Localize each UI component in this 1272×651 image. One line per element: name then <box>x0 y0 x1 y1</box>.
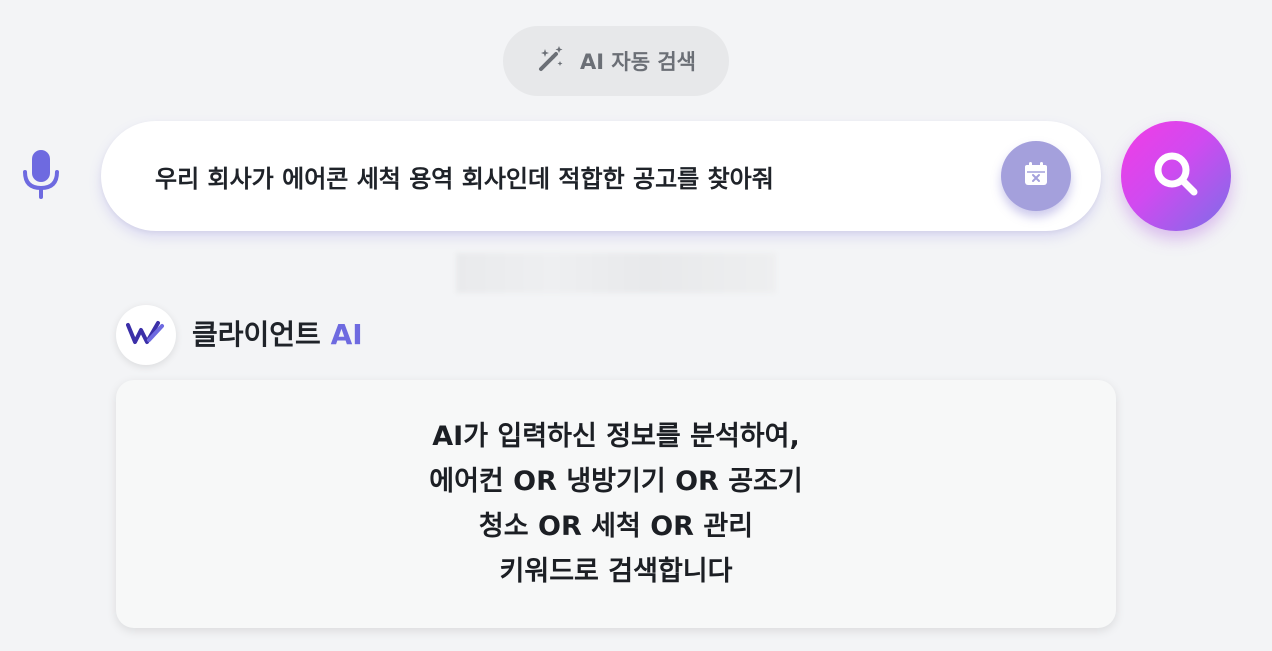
calendar-clear-icon <box>1023 161 1049 191</box>
search-input[interactable] <box>155 151 985 201</box>
search-icon <box>1151 149 1201 203</box>
search-box <box>101 121 1101 231</box>
assistant-avatar <box>116 305 176 365</box>
message-line: 에어컨 OR 냉방기기 OR 공조기 <box>429 466 803 497</box>
search-button[interactable] <box>1121 121 1231 231</box>
calendar-button[interactable] <box>1001 141 1071 211</box>
assistant-name: 클라이언트 AI <box>192 313 363 353</box>
message-line: AI가 입력하신 정보를 분석하여, <box>432 421 800 452</box>
ai-auto-search-toggle[interactable]: AI 자동 검색 <box>503 26 729 96</box>
assistant-name-accent: AI <box>330 318 363 351</box>
ai-auto-search-label: AI 자동 검색 <box>580 50 696 74</box>
microphone-icon[interactable] <box>22 150 60 200</box>
assistant-message-card: AI가 입력하신 정보를 분석하여, 에어컨 OR 냉방기기 OR 공조기 청소… <box>116 380 1116 628</box>
w-logo-icon <box>126 320 166 350</box>
magic-wand-icon <box>536 44 566 78</box>
loading-placeholder <box>456 253 776 293</box>
message-line: 청소 OR 세척 OR 관리 <box>478 511 754 542</box>
message-line: 키워드로 검색합니다 <box>499 556 733 587</box>
assistant-name-prefix: 클라이언트 <box>192 318 321 351</box>
